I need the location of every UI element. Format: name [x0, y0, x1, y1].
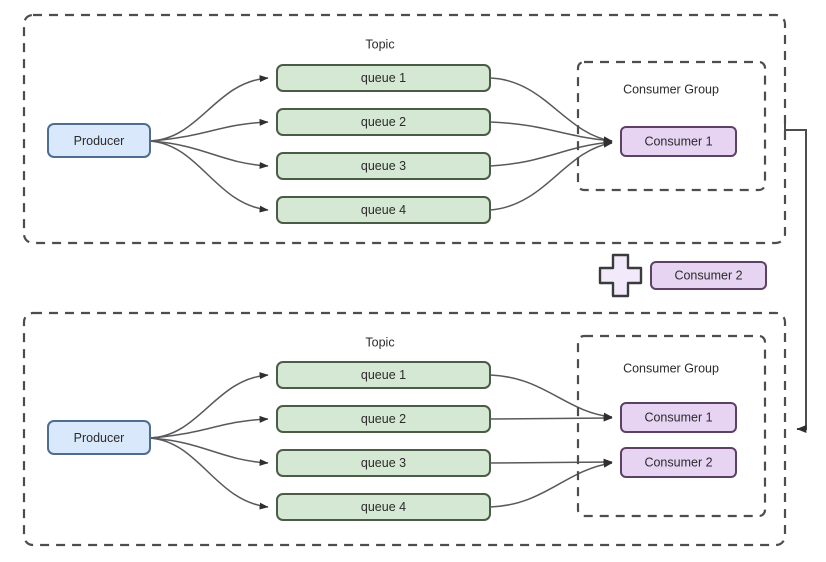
queue-label: queue 2 — [361, 115, 406, 129]
edge-queue-3-consumer-2 — [489, 458, 613, 466]
consumer-label: Consumer 2 — [674, 268, 742, 282]
topic-label-before: Topic — [365, 37, 394, 51]
plus-icon — [598, 253, 643, 298]
edge-queue-4-consumer-1 — [489, 140, 613, 211]
rebalance-diagram: Topic Producer queue 1 queue 2 queue 3 q… — [22, 13, 807, 547]
rebalance-connector-line — [785, 129, 807, 433]
queue-to-consumer-edges-before — [489, 77, 613, 211]
consumer-label: Consumer 1 — [644, 134, 712, 148]
diagram-root: Topic Producer queue 1 queue 2 queue 3 q… — [0, 0, 826, 562]
consumer-node-1-before[interactable]: Consumer 1 — [620, 126, 737, 157]
queue-label: queue 1 — [361, 368, 406, 382]
consumer-label: Consumer 2 — [644, 455, 712, 469]
consumer-group-label-before: Consumer Group — [623, 82, 719, 96]
scenario-after: Topic Producer queue 1 queue 2 queue 3 q… — [22, 311, 787, 547]
edge-queue-3-consumer-1 — [489, 139, 613, 167]
consumer-node-2-after[interactable]: Consumer 2 — [620, 447, 737, 478]
queue-node-2-before[interactable]: queue 2 — [276, 108, 491, 136]
producer-to-queue-edges-after — [149, 372, 269, 510]
edge-producer-queue-4 — [149, 140, 269, 213]
transition-group: Consumer 2 — [598, 253, 767, 298]
queue-node-1-after[interactable]: queue 1 — [276, 361, 491, 389]
edge-queue-1-consumer-1 — [489, 374, 613, 420]
edge-producer-queue-4 — [149, 437, 269, 510]
edge-queue-2-consumer-1 — [489, 121, 613, 144]
edge-queue-2-consumer-1 — [489, 414, 613, 422]
producer-to-queue-edges-before — [149, 75, 269, 213]
queue-node-4-after[interactable]: queue 4 — [276, 493, 491, 521]
queue-label: queue 2 — [361, 412, 406, 426]
rebalance-connector — [784, 122, 807, 433]
queue-node-2-after[interactable]: queue 2 — [276, 405, 491, 433]
consumer-label: Consumer 1 — [644, 410, 712, 424]
queue-to-consumer-edges-after — [489, 374, 613, 508]
scenario-before: Topic Producer queue 1 queue 2 queue 3 q… — [22, 13, 787, 245]
queue-label: queue 4 — [361, 203, 406, 217]
producer-node-before[interactable]: Producer — [47, 123, 151, 158]
queue-node-3-before[interactable]: queue 3 — [276, 152, 491, 180]
queue-label: queue 1 — [361, 71, 406, 85]
queue-node-1-before[interactable]: queue 1 — [276, 64, 491, 92]
queue-node-4-before[interactable]: queue 4 — [276, 196, 491, 224]
edge-queue-1-consumer-1 — [489, 77, 613, 144]
added-consumer-node[interactable]: Consumer 2 — [650, 261, 767, 290]
queue-label: queue 4 — [361, 500, 406, 514]
producer-node-after[interactable]: Producer — [47, 420, 151, 455]
queue-node-3-after[interactable]: queue 3 — [276, 449, 491, 477]
consumer-group-label-after: Consumer Group — [623, 361, 719, 375]
edge-queue-4-consumer-2 — [489, 460, 613, 508]
producer-label-before: Producer — [74, 134, 125, 148]
consumer-node-1-after[interactable]: Consumer 1 — [620, 402, 737, 433]
topic-label-after: Topic — [365, 335, 394, 349]
queue-label: queue 3 — [361, 159, 406, 173]
queue-label: queue 3 — [361, 456, 406, 470]
producer-label-after: Producer — [74, 431, 125, 445]
